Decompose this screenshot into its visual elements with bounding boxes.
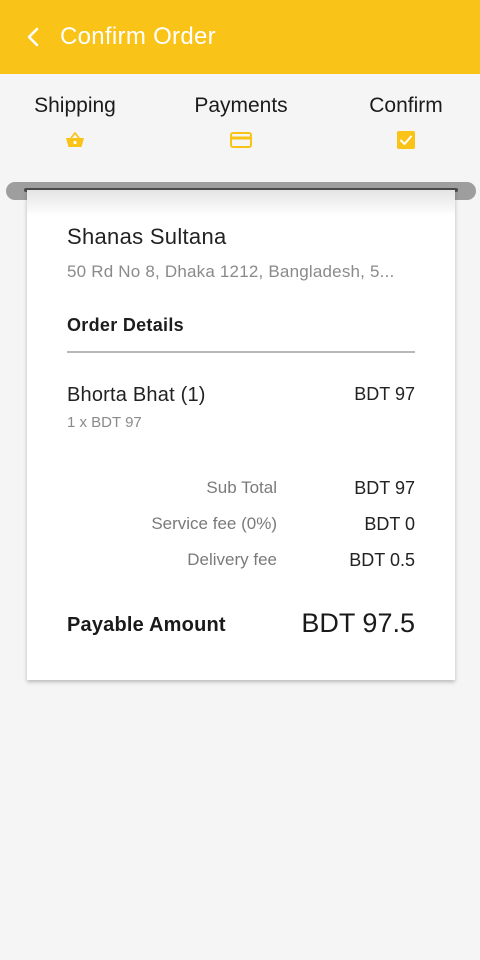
customer-name: Shanas Sultana (67, 224, 227, 249)
service-fee-label: Service fee (0%) (151, 514, 277, 533)
item-price: BDT 97 (354, 384, 415, 404)
order-receipt: Shanas Sultana 50 Rd No 8, Dhaka 1212, B… (27, 190, 455, 680)
credit-card-icon (230, 130, 252, 150)
payable-amount-label: Payable Amount (67, 614, 226, 636)
checkout-stepper: Shipping Payments Confirm (0, 74, 480, 184)
subtotal-value: BDT 97 (354, 478, 415, 498)
customer-address: 50 Rd No 8, Dhaka 1212, Bangladesh, 5... (67, 262, 395, 281)
step-label: Shipping (34, 94, 116, 117)
divider (67, 351, 415, 353)
subtotal-label: Sub Total (206, 478, 277, 497)
step-label: Payments (194, 94, 288, 117)
step-payments[interactable]: Payments (190, 94, 292, 150)
checkbox-checked-icon (397, 130, 415, 150)
step-confirm[interactable]: Confirm (366, 94, 446, 150)
payable-amount-value: BDT 97.5 (301, 608, 415, 638)
item-quantity: 1 x BDT 97 (67, 414, 142, 431)
page-title: Confirm Order (60, 23, 216, 50)
receipt-shadow (27, 190, 455, 216)
basket-icon (65, 130, 85, 150)
chevron-left-icon (27, 27, 39, 47)
delivery-fee-value: BDT 0.5 (349, 550, 415, 570)
order-details-title: Order Details (67, 315, 184, 335)
service-fee-value: BDT 0 (364, 514, 415, 534)
app-bar: Confirm Order (0, 0, 480, 74)
back-button[interactable] (14, 17, 54, 57)
step-label: Confirm (369, 94, 443, 117)
item-name: Bhorta Bhat (1) (67, 384, 206, 406)
step-shipping[interactable]: Shipping (32, 94, 118, 150)
delivery-fee-label: Delivery fee (187, 550, 277, 569)
